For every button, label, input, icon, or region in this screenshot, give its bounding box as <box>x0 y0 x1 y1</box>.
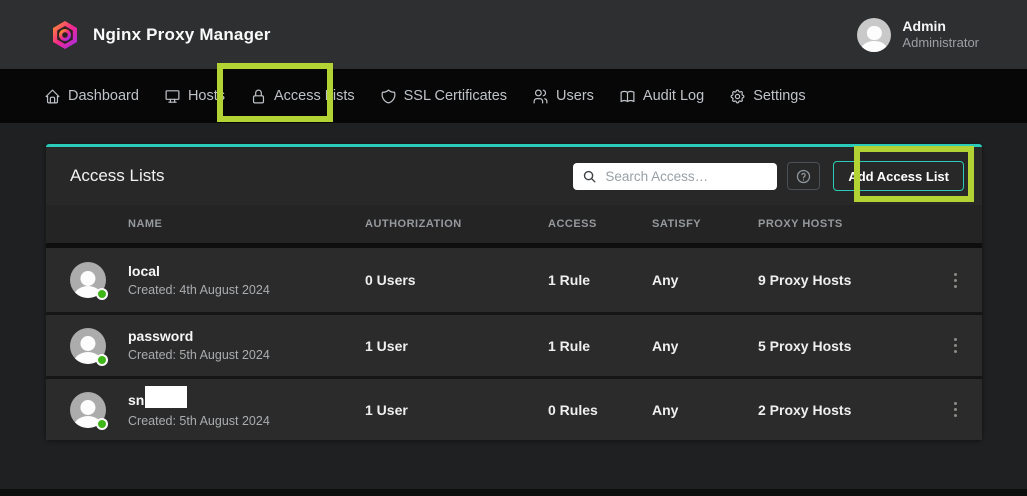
page-content: Access Lists Add Access List Name Author… <box>0 123 1027 496</box>
lock-icon <box>250 88 267 105</box>
proxy-hosts-value: 9 Proxy Hosts <box>758 272 946 288</box>
nav-label-access-lists: Access Lists <box>274 88 355 104</box>
satisfy-value: Any <box>652 338 758 354</box>
satisfy-value: Any <box>652 272 758 288</box>
footer-strip <box>0 489 1027 496</box>
add-access-list-button[interactable]: Add Access List <box>833 161 964 191</box>
online-status-dot <box>96 418 108 430</box>
nav-item-hosts[interactable]: Hosts <box>164 88 225 105</box>
main-nav: Dashboard Hosts Access Lists SSL Certifi… <box>0 69 1027 123</box>
table-row[interactable]: sn Created: 5th August 2024 1 User 0 Rul… <box>46 376 982 440</box>
shield-icon <box>380 88 397 105</box>
users-icon <box>532 88 549 105</box>
column-header-authorization: Authorization <box>365 218 548 230</box>
column-header-satisfy: Satisfy <box>652 218 758 230</box>
row-actions-kebab-icon[interactable] <box>946 398 964 421</box>
nav-item-audit-log[interactable]: Audit Log <box>619 88 704 105</box>
authorization-value: 1 User <box>365 402 548 418</box>
help-button[interactable] <box>787 162 820 190</box>
nav-label-audit-log: Audit Log <box>643 88 704 104</box>
authorization-value: 1 User <box>365 338 548 354</box>
access-value: 1 Rule <box>548 338 652 354</box>
panel-title: Access Lists <box>70 166 573 186</box>
user-avatar <box>857 18 891 52</box>
nav-label-dashboard: Dashboard <box>68 88 139 104</box>
nav-label-settings: Settings <box>753 88 805 104</box>
created-date: Created: 4th August 2024 <box>128 282 365 298</box>
row-actions-kebab-icon[interactable] <box>946 334 964 357</box>
search-box <box>573 163 777 190</box>
nav-label-hosts: Hosts <box>188 88 225 104</box>
gear-icon <box>729 88 746 105</box>
authorization-value: 0 Users <box>365 272 548 288</box>
created-date: Created: 5th August 2024 <box>128 413 365 429</box>
search-input[interactable] <box>605 169 769 184</box>
home-icon <box>44 88 61 105</box>
user-role: Administrator <box>902 35 979 51</box>
online-status-dot <box>96 354 108 366</box>
top-bar: Nginx Proxy Manager Admin Administrator <box>0 0 1027 69</box>
row-avatar <box>70 262 106 298</box>
column-header-proxy-hosts: Proxy Hosts <box>758 218 946 230</box>
access-list-name: password <box>128 327 365 345</box>
user-menu[interactable]: Admin Administrator <box>857 18 979 52</box>
app-title: Nginx Proxy Manager <box>93 25 271 45</box>
table-row[interactable]: password Created: 5th August 2024 1 User… <box>46 312 982 376</box>
nav-item-access-lists[interactable]: Access Lists <box>250 88 355 105</box>
nav-item-settings[interactable]: Settings <box>729 88 805 105</box>
nav-item-users[interactable]: Users <box>532 88 594 105</box>
access-list-name: sn <box>128 391 144 409</box>
online-status-dot <box>96 288 108 300</box>
row-actions-kebab-icon[interactable] <box>946 269 964 292</box>
nav-label-ssl-certificates: SSL Certificates <box>404 88 507 104</box>
access-value: 0 Rules <box>548 402 652 418</box>
proxy-hosts-value: 2 Proxy Hosts <box>758 402 946 418</box>
search-icon <box>582 169 597 184</box>
monitor-icon <box>164 88 181 105</box>
nav-label-users: Users <box>556 88 594 104</box>
access-value: 1 Rule <box>548 272 652 288</box>
row-avatar <box>70 392 106 428</box>
row-avatar <box>70 328 106 364</box>
nav-item-ssl-certificates[interactable]: SSL Certificates <box>380 88 507 105</box>
app-logo-icon <box>50 20 80 50</box>
user-name: Admin <box>902 18 979 36</box>
table-header-row: Name Authorization Access Satisfy Proxy … <box>46 205 982 243</box>
table-body: local Created: 4th August 2024 0 Users 1… <box>46 243 982 440</box>
column-header-name: Name <box>128 218 365 230</box>
satisfy-value: Any <box>652 402 758 418</box>
column-header-access: Access <box>548 218 652 230</box>
access-list-name: local <box>128 262 365 280</box>
access-lists-panel: Access Lists Add Access List Name Author… <box>46 144 982 440</box>
redaction-box <box>145 386 187 408</box>
nav-item-dashboard[interactable]: Dashboard <box>44 88 139 105</box>
created-date: Created: 5th August 2024 <box>128 347 365 363</box>
book-icon <box>619 88 636 105</box>
table-row[interactable]: local Created: 4th August 2024 0 Users 1… <box>46 248 982 312</box>
question-mark-icon <box>795 168 812 185</box>
proxy-hosts-value: 5 Proxy Hosts <box>758 338 946 354</box>
brand: Nginx Proxy Manager <box>50 20 271 50</box>
